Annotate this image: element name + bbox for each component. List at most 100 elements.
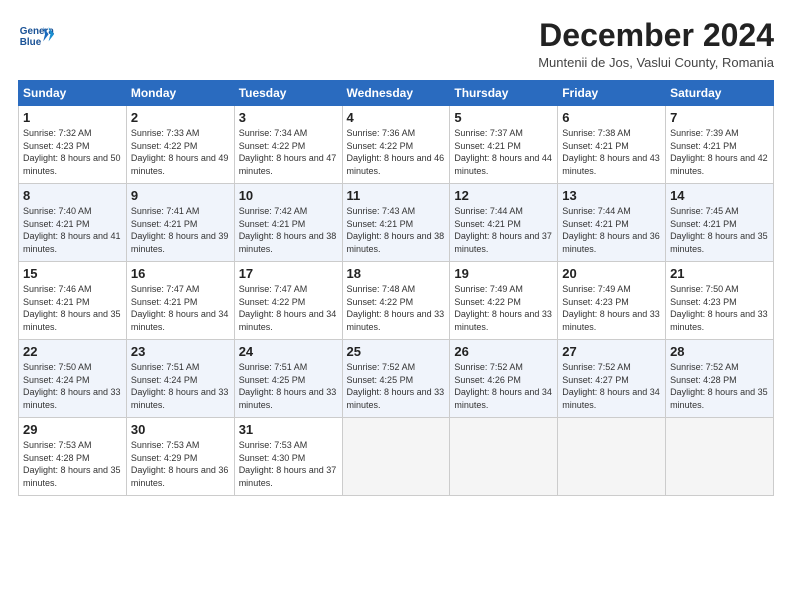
table-row: 16 Sunrise: 7:47 AMSunset: 4:21 PMDaylig… bbox=[126, 262, 234, 340]
table-row: 29 Sunrise: 7:53 AMSunset: 4:28 PMDaylig… bbox=[19, 418, 127, 496]
day-detail: Sunrise: 7:32 AMSunset: 4:23 PMDaylight:… bbox=[23, 128, 121, 176]
table-row: 28 Sunrise: 7:52 AMSunset: 4:28 PMDaylig… bbox=[666, 340, 774, 418]
week-row-4: 22 Sunrise: 7:50 AMSunset: 4:24 PMDaylig… bbox=[19, 340, 774, 418]
col-friday: Friday bbox=[558, 81, 666, 106]
logo: General Blue bbox=[18, 18, 54, 54]
table-row: 19 Sunrise: 7:49 AMSunset: 4:22 PMDaylig… bbox=[450, 262, 558, 340]
day-number: 27 bbox=[562, 344, 661, 359]
day-detail: Sunrise: 7:36 AMSunset: 4:22 PMDaylight:… bbox=[347, 128, 445, 176]
day-number: 2 bbox=[131, 110, 230, 125]
day-detail: Sunrise: 7:38 AMSunset: 4:21 PMDaylight:… bbox=[562, 128, 660, 176]
table-row bbox=[450, 418, 558, 496]
location-subtitle: Muntenii de Jos, Vaslui County, Romania bbox=[538, 55, 774, 70]
table-row: 20 Sunrise: 7:49 AMSunset: 4:23 PMDaylig… bbox=[558, 262, 666, 340]
day-number: 6 bbox=[562, 110, 661, 125]
day-detail: Sunrise: 7:33 AMSunset: 4:22 PMDaylight:… bbox=[131, 128, 229, 176]
day-detail: Sunrise: 7:42 AMSunset: 4:21 PMDaylight:… bbox=[239, 206, 337, 254]
calendar-page: General Blue December 2024 Muntenii de J… bbox=[0, 0, 792, 612]
week-row-3: 15 Sunrise: 7:46 AMSunset: 4:21 PMDaylig… bbox=[19, 262, 774, 340]
table-row: 7 Sunrise: 7:39 AMSunset: 4:21 PMDayligh… bbox=[666, 106, 774, 184]
table-row: 11 Sunrise: 7:43 AMSunset: 4:21 PMDaylig… bbox=[342, 184, 450, 262]
table-row: 9 Sunrise: 7:41 AMSunset: 4:21 PMDayligh… bbox=[126, 184, 234, 262]
week-row-1: 1 Sunrise: 7:32 AMSunset: 4:23 PMDayligh… bbox=[19, 106, 774, 184]
col-saturday: Saturday bbox=[666, 81, 774, 106]
table-row: 15 Sunrise: 7:46 AMSunset: 4:21 PMDaylig… bbox=[19, 262, 127, 340]
day-number: 14 bbox=[670, 188, 769, 203]
day-detail: Sunrise: 7:49 AMSunset: 4:23 PMDaylight:… bbox=[562, 284, 660, 332]
col-thursday: Thursday bbox=[450, 81, 558, 106]
day-number: 8 bbox=[23, 188, 122, 203]
table-row: 31 Sunrise: 7:53 AMSunset: 4:30 PMDaylig… bbox=[234, 418, 342, 496]
col-sunday: Sunday bbox=[19, 81, 127, 106]
day-number: 16 bbox=[131, 266, 230, 281]
day-number: 11 bbox=[347, 188, 446, 203]
table-row: 4 Sunrise: 7:36 AMSunset: 4:22 PMDayligh… bbox=[342, 106, 450, 184]
day-detail: Sunrise: 7:53 AMSunset: 4:28 PMDaylight:… bbox=[23, 440, 121, 488]
day-number: 5 bbox=[454, 110, 553, 125]
svg-text:Blue: Blue bbox=[20, 37, 42, 48]
day-detail: Sunrise: 7:47 AMSunset: 4:21 PMDaylight:… bbox=[131, 284, 229, 332]
header: General Blue December 2024 Muntenii de J… bbox=[18, 18, 774, 70]
table-row: 27 Sunrise: 7:52 AMSunset: 4:27 PMDaylig… bbox=[558, 340, 666, 418]
day-number: 23 bbox=[131, 344, 230, 359]
day-detail: Sunrise: 7:52 AMSunset: 4:28 PMDaylight:… bbox=[670, 362, 768, 410]
day-detail: Sunrise: 7:47 AMSunset: 4:22 PMDaylight:… bbox=[239, 284, 337, 332]
day-number: 1 bbox=[23, 110, 122, 125]
day-number: 7 bbox=[670, 110, 769, 125]
table-row: 13 Sunrise: 7:44 AMSunset: 4:21 PMDaylig… bbox=[558, 184, 666, 262]
day-number: 15 bbox=[23, 266, 122, 281]
calendar-table: Sunday Monday Tuesday Wednesday Thursday… bbox=[18, 80, 774, 496]
day-detail: Sunrise: 7:45 AMSunset: 4:21 PMDaylight:… bbox=[670, 206, 768, 254]
table-row: 6 Sunrise: 7:38 AMSunset: 4:21 PMDayligh… bbox=[558, 106, 666, 184]
day-number: 24 bbox=[239, 344, 338, 359]
table-row bbox=[558, 418, 666, 496]
table-row: 5 Sunrise: 7:37 AMSunset: 4:21 PMDayligh… bbox=[450, 106, 558, 184]
table-row: 2 Sunrise: 7:33 AMSunset: 4:22 PMDayligh… bbox=[126, 106, 234, 184]
day-detail: Sunrise: 7:49 AMSunset: 4:22 PMDaylight:… bbox=[454, 284, 552, 332]
col-wednesday: Wednesday bbox=[342, 81, 450, 106]
day-detail: Sunrise: 7:50 AMSunset: 4:24 PMDaylight:… bbox=[23, 362, 121, 410]
day-number: 4 bbox=[347, 110, 446, 125]
table-row bbox=[666, 418, 774, 496]
table-row: 10 Sunrise: 7:42 AMSunset: 4:21 PMDaylig… bbox=[234, 184, 342, 262]
table-row: 24 Sunrise: 7:51 AMSunset: 4:25 PMDaylig… bbox=[234, 340, 342, 418]
day-detail: Sunrise: 7:53 AMSunset: 4:29 PMDaylight:… bbox=[131, 440, 229, 488]
table-row: 14 Sunrise: 7:45 AMSunset: 4:21 PMDaylig… bbox=[666, 184, 774, 262]
day-detail: Sunrise: 7:44 AMSunset: 4:21 PMDaylight:… bbox=[454, 206, 552, 254]
day-number: 10 bbox=[239, 188, 338, 203]
day-detail: Sunrise: 7:37 AMSunset: 4:21 PMDaylight:… bbox=[454, 128, 552, 176]
day-detail: Sunrise: 7:40 AMSunset: 4:21 PMDaylight:… bbox=[23, 206, 121, 254]
header-row: Sunday Monday Tuesday Wednesday Thursday… bbox=[19, 81, 774, 106]
table-row: 21 Sunrise: 7:50 AMSunset: 4:23 PMDaylig… bbox=[666, 262, 774, 340]
day-detail: Sunrise: 7:53 AMSunset: 4:30 PMDaylight:… bbox=[239, 440, 337, 488]
day-number: 9 bbox=[131, 188, 230, 203]
day-number: 29 bbox=[23, 422, 122, 437]
day-number: 21 bbox=[670, 266, 769, 281]
table-row: 30 Sunrise: 7:53 AMSunset: 4:29 PMDaylig… bbox=[126, 418, 234, 496]
day-number: 25 bbox=[347, 344, 446, 359]
day-number: 28 bbox=[670, 344, 769, 359]
table-row: 17 Sunrise: 7:47 AMSunset: 4:22 PMDaylig… bbox=[234, 262, 342, 340]
table-row: 25 Sunrise: 7:52 AMSunset: 4:25 PMDaylig… bbox=[342, 340, 450, 418]
day-detail: Sunrise: 7:48 AMSunset: 4:22 PMDaylight:… bbox=[347, 284, 445, 332]
table-row: 3 Sunrise: 7:34 AMSunset: 4:22 PMDayligh… bbox=[234, 106, 342, 184]
day-detail: Sunrise: 7:52 AMSunset: 4:26 PMDaylight:… bbox=[454, 362, 552, 410]
week-row-2: 8 Sunrise: 7:40 AMSunset: 4:21 PMDayligh… bbox=[19, 184, 774, 262]
table-row: 23 Sunrise: 7:51 AMSunset: 4:24 PMDaylig… bbox=[126, 340, 234, 418]
logo-icon: General Blue bbox=[18, 18, 54, 54]
table-row: 1 Sunrise: 7:32 AMSunset: 4:23 PMDayligh… bbox=[19, 106, 127, 184]
day-detail: Sunrise: 7:50 AMSunset: 4:23 PMDaylight:… bbox=[670, 284, 768, 332]
day-detail: Sunrise: 7:51 AMSunset: 4:25 PMDaylight:… bbox=[239, 362, 337, 410]
col-tuesday: Tuesday bbox=[234, 81, 342, 106]
day-number: 31 bbox=[239, 422, 338, 437]
week-row-5: 29 Sunrise: 7:53 AMSunset: 4:28 PMDaylig… bbox=[19, 418, 774, 496]
day-detail: Sunrise: 7:43 AMSunset: 4:21 PMDaylight:… bbox=[347, 206, 445, 254]
table-row: 12 Sunrise: 7:44 AMSunset: 4:21 PMDaylig… bbox=[450, 184, 558, 262]
day-detail: Sunrise: 7:52 AMSunset: 4:25 PMDaylight:… bbox=[347, 362, 445, 410]
day-number: 17 bbox=[239, 266, 338, 281]
day-number: 22 bbox=[23, 344, 122, 359]
day-detail: Sunrise: 7:51 AMSunset: 4:24 PMDaylight:… bbox=[131, 362, 229, 410]
day-detail: Sunrise: 7:39 AMSunset: 4:21 PMDaylight:… bbox=[670, 128, 768, 176]
table-row bbox=[342, 418, 450, 496]
day-number: 13 bbox=[562, 188, 661, 203]
